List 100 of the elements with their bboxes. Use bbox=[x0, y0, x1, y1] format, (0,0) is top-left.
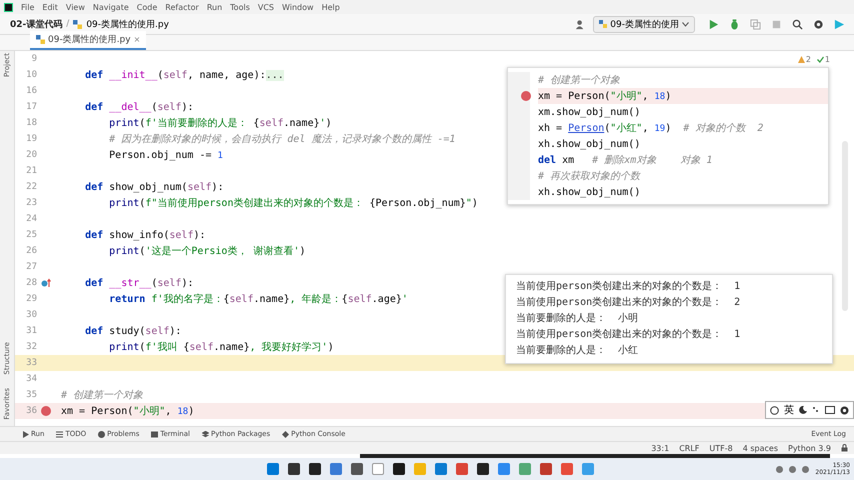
line-number: 23 bbox=[25, 198, 37, 208]
run-configuration-dropdown[interactable]: 09-类属性的使用 bbox=[593, 16, 695, 32]
line-number: 17 bbox=[25, 102, 37, 112]
status-item[interactable]: 33:1 bbox=[651, 444, 670, 452]
line-number: 18 bbox=[25, 118, 37, 128]
line-number: 35 bbox=[25, 390, 37, 400]
list-icon bbox=[56, 430, 64, 438]
input-language-toggle[interactable]: 英 bbox=[784, 403, 794, 417]
menu-item[interactable]: Navigate bbox=[92, 2, 129, 12]
line-number: 29 bbox=[25, 294, 37, 304]
code-line: # 创建第一个对象 bbox=[60, 388, 144, 402]
check-icon[interactable] bbox=[816, 56, 824, 63]
info-icon bbox=[98, 430, 106, 438]
project-name[interactable]: 02-课堂代码 bbox=[10, 18, 62, 30]
status-item[interactable]: 4 spaces bbox=[742, 444, 778, 452]
breakpoint-icon[interactable] bbox=[41, 406, 51, 416]
code-line: def __init__(self, name, age):... bbox=[84, 70, 284, 80]
terminal-icon bbox=[151, 430, 158, 438]
menu-item[interactable]: VCS bbox=[258, 2, 274, 12]
menu-item[interactable]: Refactor bbox=[165, 2, 199, 12]
run-icon[interactable] bbox=[708, 18, 719, 30]
line-number: 32 bbox=[25, 342, 37, 352]
menu-item[interactable]: View bbox=[66, 2, 85, 12]
code-line: return f'我的名字是：{self.name}, 年龄是：{self.age}' bbox=[108, 292, 408, 306]
code-line: print(f'当前要删除的人是： {self.name}') bbox=[108, 116, 332, 130]
taskbar-app-icon[interactable] bbox=[350, 463, 363, 475]
warning-icon[interactable] bbox=[798, 56, 805, 63]
menu-item[interactable]: File bbox=[21, 2, 34, 12]
code-line: # 创建第一个对象 bbox=[538, 74, 620, 87]
menu-item[interactable]: Window bbox=[282, 2, 314, 12]
menu-item[interactable]: Run bbox=[206, 2, 222, 12]
layers-icon bbox=[202, 430, 209, 438]
circle-logo-icon[interactable] bbox=[770, 406, 779, 414]
output-line: 当前使用person类创建出来的对象的个数是： 1 bbox=[516, 280, 742, 294]
diamond-icon bbox=[282, 430, 290, 438]
code-line: xh = Person("小红", 19) # 对象的个数 2 bbox=[538, 122, 764, 135]
play-icon bbox=[22, 430, 29, 438]
output-line: 当前要删除的人是： 小明 bbox=[516, 312, 640, 326]
code-line: # 再次获取对象的个数 bbox=[538, 170, 640, 183]
search-icon[interactable] bbox=[792, 18, 803, 30]
code-line: xh.show_obj_num() bbox=[538, 138, 640, 150]
code-line: print(f'我叫 {self.name}, 我要好好学习') bbox=[108, 340, 334, 354]
status-item[interactable]: CRLF bbox=[679, 444, 700, 452]
line-number: 20 bbox=[25, 150, 37, 160]
line-number: 31 bbox=[25, 326, 37, 336]
menu-item[interactable]: Help bbox=[322, 2, 340, 12]
python-file-icon bbox=[599, 20, 608, 28]
status-item[interactable]: UTF-8 bbox=[709, 444, 733, 452]
close-icon[interactable]: × bbox=[134, 35, 140, 44]
ide-logo-icon[interactable] bbox=[834, 18, 845, 30]
line-number: 26 bbox=[25, 246, 37, 256]
line-number: 9 bbox=[30, 54, 37, 64]
code-line: # 因为在删除对象的时候，会自动执行 del 魔法，记录对象个数的属性 -=1 bbox=[108, 132, 456, 146]
code-line: xm = Person("小明", 18) bbox=[60, 404, 194, 418]
line-number: 25 bbox=[25, 230, 37, 240]
code-line: def __str__(self): bbox=[84, 278, 194, 288]
menu-item[interactable]: Edit bbox=[42, 2, 58, 12]
menu-item[interactable]: Code bbox=[136, 2, 158, 12]
taskbar-app-icon[interactable] bbox=[392, 463, 405, 475]
taskbar-app-icon[interactable] bbox=[288, 463, 300, 475]
line-number: 16 bbox=[25, 86, 37, 96]
coverage-icon[interactable] bbox=[750, 18, 761, 30]
code-line: def study(self): bbox=[84, 326, 182, 336]
settings-icon[interactable] bbox=[813, 18, 824, 30]
lock-icon[interactable] bbox=[841, 444, 848, 452]
keyboard-icon[interactable] bbox=[825, 406, 835, 414]
settings-icon[interactable] bbox=[840, 406, 849, 414]
file-tab[interactable]: 09-类属性的使用.py × bbox=[30, 31, 146, 50]
output-line: 当前使用person类创建出来的对象的个数是： 1 bbox=[516, 328, 742, 342]
menu-item[interactable]: Tools bbox=[230, 2, 250, 12]
code-line: def show_info(self): bbox=[84, 230, 206, 240]
punctuation-icon[interactable] bbox=[812, 406, 820, 414]
code-line: xm = Person("小明", 18) bbox=[538, 90, 672, 103]
code-line: def show_obj_num(self): bbox=[84, 182, 224, 192]
line-number: 22 bbox=[25, 182, 37, 192]
code-line: del xm # 删除xm对象 对象 1 bbox=[538, 154, 712, 167]
line-number: 33 bbox=[25, 358, 37, 368]
moon-icon[interactable] bbox=[799, 406, 807, 414]
override-icon[interactable] bbox=[41, 278, 51, 288]
taskbar-app-icon[interactable] bbox=[308, 463, 321, 475]
line-number: 30 bbox=[25, 310, 37, 320]
file-name[interactable]: 09-类属性的使用.py bbox=[86, 18, 169, 30]
warning-count: 2 bbox=[806, 55, 811, 64]
line-number: 36 bbox=[25, 406, 37, 416]
scrollbar-thumb[interactable] bbox=[360, 454, 830, 458]
line-number: 24 bbox=[25, 214, 37, 224]
output-line: 当前要删除的人是： 小红 bbox=[516, 344, 640, 358]
python-file-icon bbox=[73, 20, 82, 28]
line-number: 28 bbox=[25, 278, 37, 288]
line-number: 21 bbox=[25, 166, 37, 176]
taskbar-app-icon[interactable] bbox=[476, 463, 489, 475]
status-item[interactable]: Python 3.9 bbox=[788, 444, 831, 452]
code-line: def __del__(self): bbox=[84, 102, 194, 112]
app-logo-icon bbox=[4, 2, 13, 12]
breadcrumb-separator: / bbox=[66, 19, 70, 29]
check-count: 1 bbox=[824, 55, 830, 64]
caret-icon bbox=[682, 22, 689, 26]
output-line: 当前使用person类创建出来的对象的个数是： 2 bbox=[516, 296, 742, 310]
code-line: Person.obj_num -= 1 bbox=[108, 150, 223, 160]
debug-bug-icon[interactable] bbox=[729, 18, 740, 30]
